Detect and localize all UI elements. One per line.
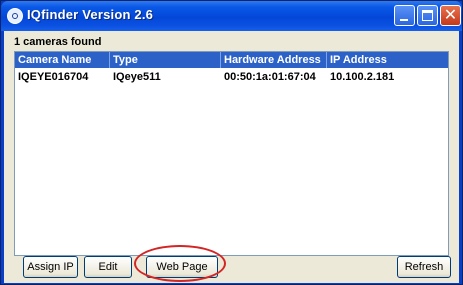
camera-list[interactable]: Camera Name Type Hardware Address IP Add… <box>14 51 449 256</box>
app-window: IQfinder Version 2.6 ✕ 1 cameras found C… <box>0 0 463 285</box>
title-bar[interactable]: IQfinder Version 2.6 ✕ <box>1 1 462 31</box>
minimize-button[interactable] <box>394 5 415 26</box>
refresh-button[interactable]: Refresh <box>397 256 451 278</box>
app-icon <box>7 8 23 24</box>
assign-ip-button[interactable]: Assign IP <box>23 256 78 278</box>
maximize-icon <box>422 10 433 21</box>
maximize-button[interactable] <box>417 5 438 26</box>
column-header-hardware-address[interactable]: Hardware Address <box>221 52 327 68</box>
cell-ip-address: 10.100.2.181 <box>330 71 395 83</box>
table-row[interactable]: IQEYE016704 IQeye511 00:50:1a:01:67:04 1… <box>15 69 448 86</box>
column-header-ip-address[interactable]: IP Address <box>327 52 448 68</box>
edit-button[interactable]: Edit <box>84 256 132 278</box>
window-title: IQfinder Version 2.6 <box>27 7 154 22</box>
column-header-type[interactable]: Type <box>110 52 221 68</box>
client-area: 1 cameras found Camera Name Type Hardwar… <box>4 31 459 283</box>
cell-type: IQeye511 <box>113 71 161 83</box>
cameras-found-label: 1 cameras found <box>14 36 102 48</box>
red-highlight-circle <box>134 245 226 282</box>
minimize-icon <box>400 19 408 21</box>
cell-camera-name: IQEYE016704 <box>18 71 89 83</box>
close-button[interactable]: ✕ <box>440 5 461 26</box>
list-header: Camera Name Type Hardware Address IP Add… <box>15 52 448 68</box>
column-header-camera-name[interactable]: Camera Name <box>15 52 110 68</box>
close-icon: ✕ <box>443 5 458 24</box>
cell-hardware-address: 00:50:1a:01:67:04 <box>224 71 316 83</box>
